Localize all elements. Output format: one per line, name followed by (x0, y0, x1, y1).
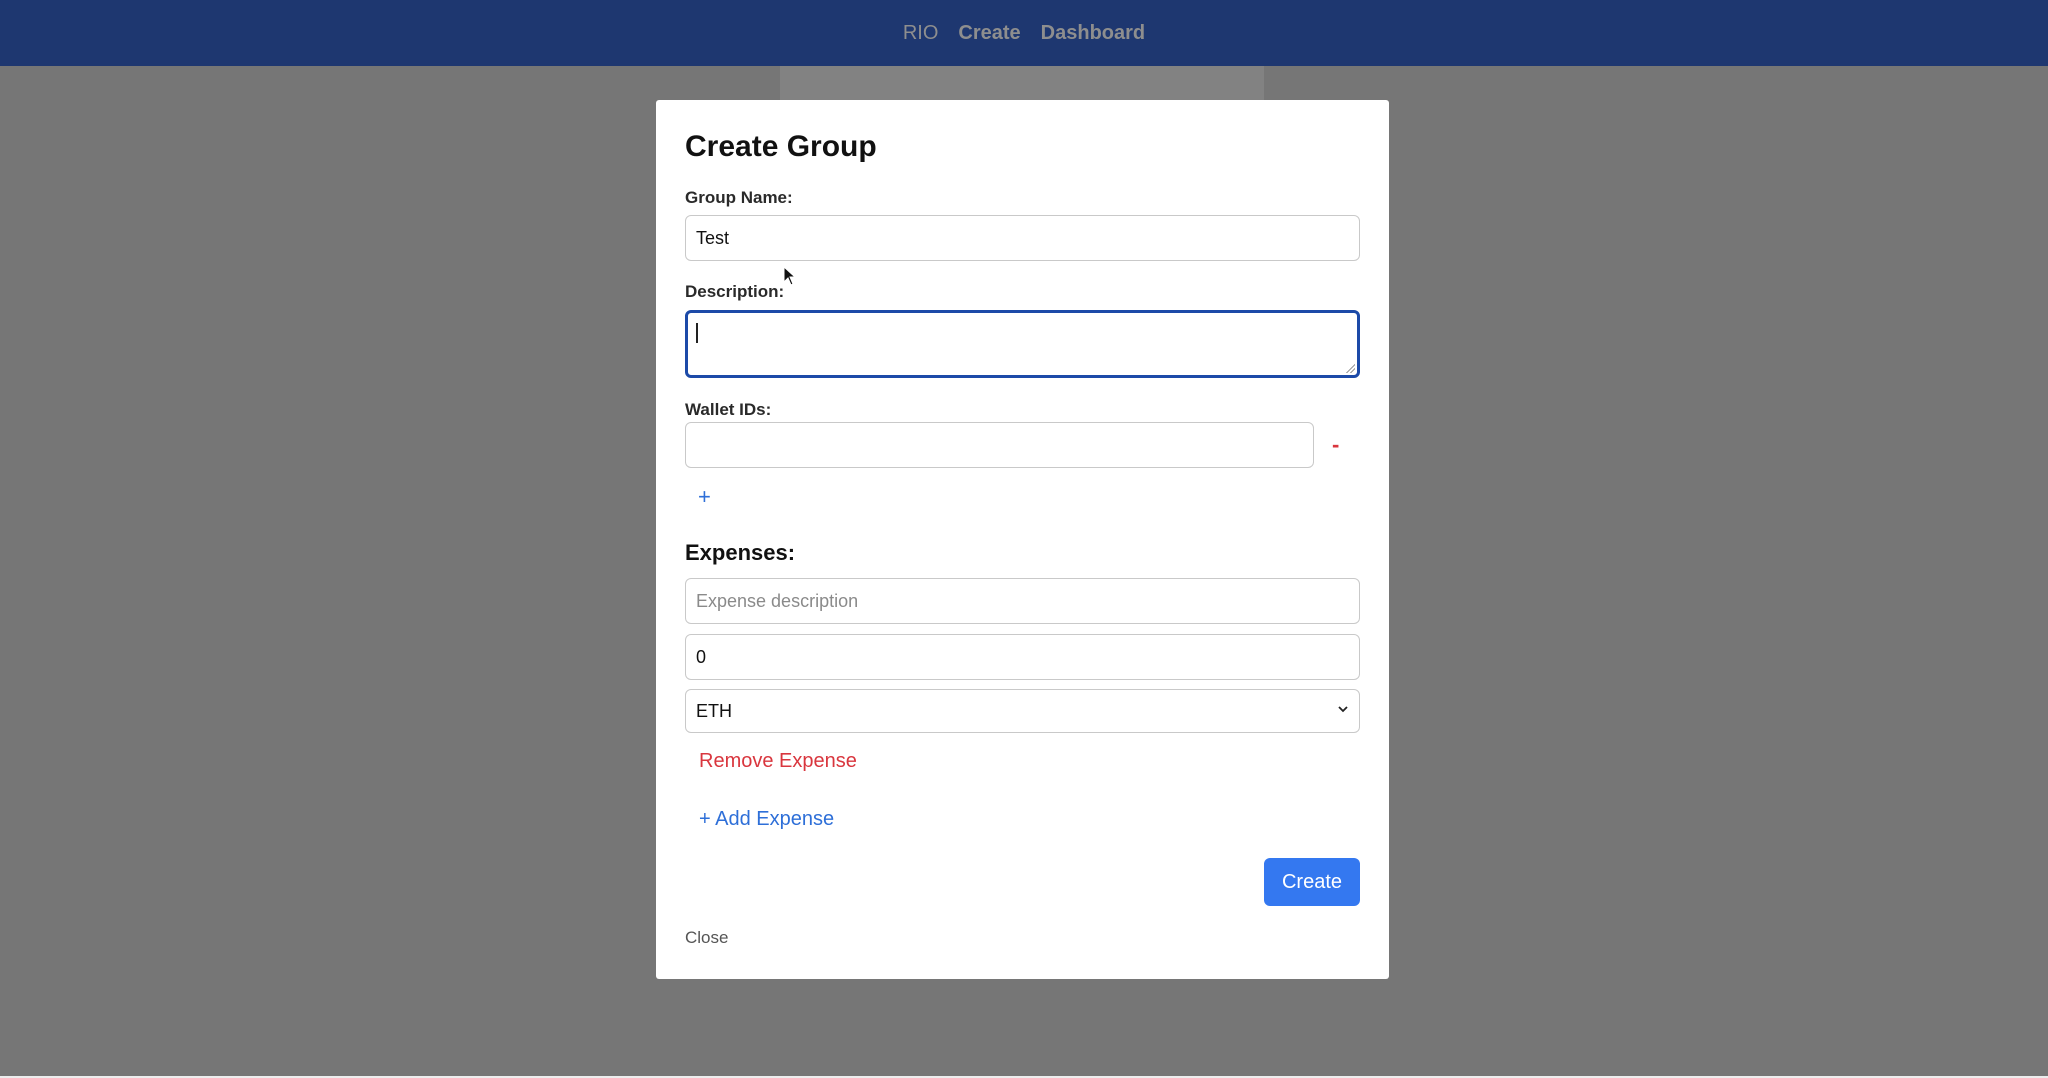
top-navbar: RIO Create Dashboard (0, 0, 2048, 66)
remove-expense-button[interactable]: Remove Expense (699, 750, 857, 773)
expenses-heading: Expenses: (685, 540, 796, 565)
wallet-id-input[interactable] (685, 422, 1314, 468)
create-group-modal: Create Group Group Name: Test Descriptio… (656, 100, 1389, 979)
add-expense-button[interactable]: + Add Expense (699, 808, 834, 831)
nav-brand[interactable]: RIO (903, 22, 939, 45)
expense-amount-input[interactable]: 0 (685, 634, 1360, 680)
expense-amount-value: 0 (696, 646, 707, 667)
create-button[interactable]: Create (1264, 858, 1360, 906)
group-name-label: Group Name: (685, 188, 793, 207)
resize-handle[interactable] (1345, 363, 1355, 373)
remove-wallet-button[interactable]: - (1332, 432, 1339, 458)
expense-description-input[interactable]: Expense description (685, 578, 1360, 624)
description-textarea[interactable] (685, 310, 1360, 378)
wallet-ids-label: Wallet IDs: (685, 400, 772, 419)
group-name-value: Test (696, 227, 730, 248)
modal-title: Create Group (685, 130, 877, 163)
nav-dashboard[interactable]: Dashboard (1041, 22, 1145, 45)
currency-selected-value: ETH (696, 700, 732, 721)
description-label: Description: (685, 282, 785, 301)
expense-description-placeholder: Expense description (696, 590, 859, 611)
mouse-cursor-icon (783, 266, 797, 286)
currency-select[interactable]: ETH (685, 689, 1360, 733)
text-caret (696, 323, 698, 343)
nav-create[interactable]: Create (958, 22, 1020, 45)
group-name-input[interactable]: Test (685, 215, 1360, 261)
chevron-down-icon (1338, 706, 1348, 713)
add-wallet-button[interactable]: + (698, 484, 711, 510)
close-link[interactable]: Close (685, 928, 728, 948)
